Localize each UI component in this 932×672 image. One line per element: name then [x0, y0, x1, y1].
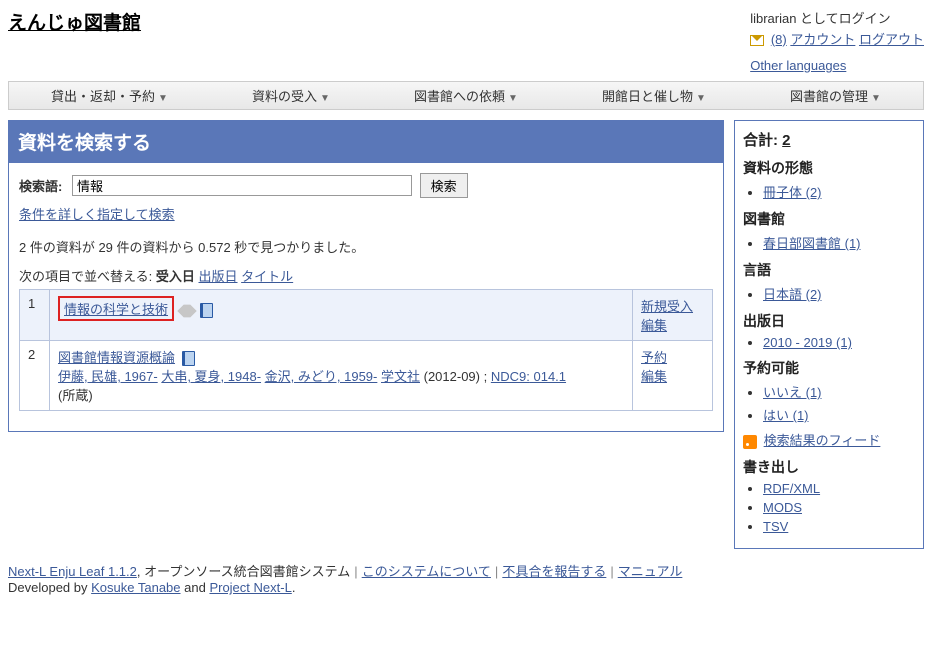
- facet-total: 合計: 2: [743, 129, 915, 150]
- holdings-label: (所蔵): [58, 388, 93, 403]
- search-input[interactable]: [72, 175, 412, 196]
- other-languages-link[interactable]: Other languages: [750, 58, 846, 73]
- search-heading: 資料を検索する: [8, 120, 724, 163]
- export-mods[interactable]: MODS: [763, 500, 802, 515]
- author-link[interactable]: 金沢, みどり, 1959-: [265, 369, 378, 384]
- facet-link[interactable]: 2010 - 2019 (1): [763, 335, 852, 350]
- facet-link[interactable]: 春日部図書館 (1): [763, 236, 861, 251]
- highlight-box: 情報の科学と技術: [58, 296, 174, 321]
- chevron-down-icon: ▼: [871, 93, 881, 104]
- facet-heading-reservable: 予約可能: [743, 358, 915, 378]
- facets-sidebar: 合計: 2 資料の形態 冊子体 (2) 図書館 春日部図書館 (1) 言語 日本…: [734, 120, 924, 549]
- product-link[interactable]: Next-L Enju Leaf 1.1.2: [8, 564, 137, 579]
- login-status: librarian としてログイン: [750, 8, 924, 27]
- search-label: 検索語:: [19, 179, 62, 194]
- sort-current: 受入日: [156, 269, 195, 284]
- facet-heading-language: 言語: [743, 260, 915, 280]
- results-table: 1 情報の科学と技術 新規受入 編集 2: [19, 289, 713, 411]
- mail-icon: [750, 35, 764, 46]
- menu-item-admin[interactable]: 図書館の管理▼: [790, 86, 881, 105]
- row-number: 1: [20, 290, 50, 341]
- facet-link[interactable]: いいえ (1): [763, 385, 822, 400]
- feed-link[interactable]: 検索結果のフィード: [764, 433, 881, 448]
- chevron-down-icon: ▼: [320, 93, 330, 104]
- result-count: 2 件の資料が 29 件の資料から 0.572 秒で見つかりました。: [19, 237, 713, 256]
- facet-link[interactable]: 日本語 (2): [763, 287, 822, 302]
- chevron-down-icon: ▼: [508, 93, 518, 104]
- menu-item-acquisition[interactable]: 資料の受入▼: [252, 86, 330, 105]
- logout-link[interactable]: ログアウト: [859, 32, 924, 47]
- export-rdfxml[interactable]: RDF/XML: [763, 481, 820, 496]
- main-menubar: 貸出・返却・予約▼ 資料の受入▼ 図書館への依頼▼ 開館日と催し物▼ 図書館の管…: [8, 81, 924, 110]
- sort-line: 次の項目で並べ替える: 受入日 出版日 タイトル: [19, 266, 713, 285]
- facet-heading-export: 書き出し: [743, 457, 915, 477]
- result-title-link[interactable]: 図書館情報資源概論: [58, 350, 175, 365]
- table-row: 2 図書館情報資源概論 伊藤, 民雄, 1967- 大串, 夏身, 1948- …: [20, 341, 713, 411]
- about-link[interactable]: このシステムについて: [362, 564, 491, 579]
- developer2-link[interactable]: Project Next-L: [209, 580, 291, 595]
- facet-link[interactable]: はい (1): [763, 408, 809, 423]
- action-edit[interactable]: 編集: [641, 318, 667, 333]
- publisher-link[interactable]: 学文社: [381, 369, 420, 384]
- tag-icon: [177, 301, 197, 321]
- action-edit[interactable]: 編集: [641, 369, 667, 384]
- facet-link[interactable]: 冊子体 (2): [763, 185, 822, 200]
- book-icon: [182, 351, 195, 366]
- result-title-link[interactable]: 情報の科学と技術: [64, 302, 168, 317]
- chevron-down-icon: ▼: [696, 93, 706, 104]
- advanced-search-link[interactable]: 条件を詳しく指定して検索: [19, 207, 175, 222]
- account-link[interactable]: アカウント: [790, 32, 855, 47]
- footer: Next-L Enju Leaf 1.1.2, オープンソース統合図書館システム…: [8, 561, 924, 595]
- site-title[interactable]: えんじゅ図書館: [8, 8, 141, 35]
- sort-option-pubdate[interactable]: 出版日: [199, 269, 238, 284]
- author-link[interactable]: 伊藤, 民雄, 1967-: [58, 369, 158, 384]
- report-bug-link[interactable]: 不具合を報告する: [502, 564, 606, 579]
- menu-item-requests[interactable]: 図書館への依頼▼: [414, 86, 518, 105]
- facet-heading-library: 図書館: [743, 209, 915, 229]
- menu-item-circulation[interactable]: 貸出・返却・予約▼: [51, 86, 168, 105]
- login-area: librarian としてログイン (8) アカウント ログアウト Other …: [750, 8, 924, 75]
- developer1-link[interactable]: Kosuke Tanabe: [91, 580, 180, 595]
- pub-date: (2012-09): [424, 369, 480, 384]
- chevron-down-icon: ▼: [158, 93, 168, 104]
- manual-link[interactable]: マニュアル: [618, 564, 683, 579]
- table-row: 1 情報の科学と技術 新規受入 編集: [20, 290, 713, 341]
- action-reserve[interactable]: 予約: [641, 350, 667, 365]
- action-new-accession[interactable]: 新規受入: [641, 299, 693, 314]
- facet-heading-form: 資料の形態: [743, 158, 915, 178]
- facet-heading-pubdate: 出版日: [743, 311, 915, 331]
- message-count-link[interactable]: (8): [771, 32, 787, 47]
- author-link[interactable]: 大串, 夏身, 1948-: [161, 369, 261, 384]
- row-number: 2: [20, 341, 50, 411]
- ndc-link[interactable]: NDC9: 014.1: [491, 369, 566, 384]
- sort-option-title[interactable]: タイトル: [241, 269, 293, 284]
- search-button[interactable]: 検索: [420, 173, 468, 198]
- book-icon: [200, 303, 213, 318]
- menu-item-events[interactable]: 開館日と催し物▼: [602, 86, 706, 105]
- export-tsv[interactable]: TSV: [763, 519, 788, 534]
- rss-icon: [743, 435, 757, 449]
